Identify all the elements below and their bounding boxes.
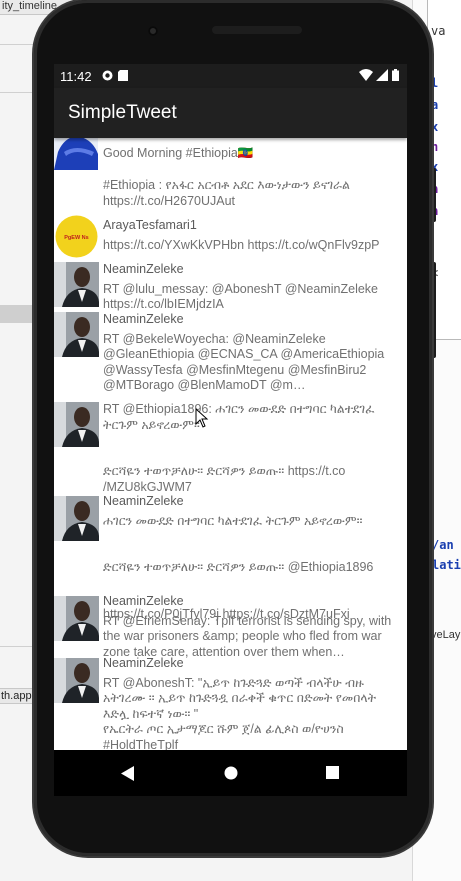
tweet-username[interactable]: NeaminZeleke	[103, 262, 403, 278]
play-protect-icon	[102, 70, 113, 81]
phone-screen: 11:42 SimpleTweet Good Morning #Ethiopia…	[54, 64, 407, 796]
tweet-item[interactable]: PgEW Ns ArayaTesfamari1 https://t.co/YXw…	[54, 214, 407, 260]
avatar[interactable]	[54, 312, 99, 357]
tweet-item[interactable]: RT @Ethiopia1896: ሐገርን መውደድ በተግባር ካልተደገፈ…	[54, 398, 407, 494]
code-snippet: va	[431, 24, 446, 38]
tweet-item[interactable]: NeaminZeleke RT @AboneshT: "ኢይጥ ከጉድጓድ ወጣ…	[54, 656, 407, 750]
status-icons	[358, 69, 399, 83]
tweet-body: Good Morning #Ethiopia🇪🇹	[103, 146, 403, 162]
avatar[interactable]	[54, 496, 99, 541]
tweet-timeline[interactable]: Good Morning #Ethiopia🇪🇹 #Ethiopia : የአፋ…	[54, 138, 407, 750]
speaker-grille	[212, 26, 302, 34]
tweet-body: ArayaTesfamari1 https://t.co/YXwKkVPHbn …	[103, 218, 403, 253]
tweet-body: NeaminZeleke RT @AboneshT: "ኢይጥ ከጉድጓድ ወጣ…	[103, 656, 403, 750]
tweet-item[interactable]: #Ethiopia : የአፋር አርብቶ አደር እውነታውን ይናገራል h…	[54, 178, 407, 214]
avatar[interactable]: PgEW Ns	[54, 214, 99, 259]
tweet-text: #Ethiopia : የአፋር አርብቶ አደር እውነታውን ይናገራል h…	[103, 178, 350, 208]
tweet-item[interactable]: NeaminZeleke ሐገርን መውደድ በተግባር ካልተደገፈ ትርጉም…	[54, 494, 407, 621]
code-snippet: a	[431, 98, 439, 112]
code-snippet: l	[431, 76, 439, 90]
recents-icon[interactable]	[326, 766, 339, 779]
tweet-item[interactable]: NeaminZeleke RT @BekeleWoyecha: @NeaminZ…	[54, 310, 407, 398]
tweet-username[interactable]: NeaminZeleke	[103, 312, 403, 328]
navigation-bar	[54, 750, 407, 796]
tweet-item[interactable]: NeaminZeleke RT @lulu_messay: @AboneshT …	[54, 260, 407, 313]
app-bar: SimpleTweet	[54, 88, 407, 138]
tweet-text: RT @lulu_messay: @AboneshT @NeaminZeleke…	[103, 281, 378, 312]
cell-signal-icon	[376, 69, 389, 81]
avatar[interactable]	[54, 658, 99, 703]
code-snippet: n	[431, 140, 439, 154]
battery-icon	[392, 69, 399, 81]
svg-text:PgEW Ns: PgEW Ns	[64, 235, 88, 241]
code-snippet: veLay	[431, 629, 461, 641]
tweet-text: Good Morning #Ethiopia🇪🇹	[103, 146, 254, 160]
code-snippet: x	[431, 120, 439, 134]
tweet-text: RT @AboneshT: "ኢይጥ ከጉድጓድ ወጣች ብላችሁ ብዙ አትገ…	[103, 675, 377, 751]
tweet-item[interactable]: NeaminZeleke RT @EfriemSenay: Tplf terro…	[54, 594, 407, 659]
tweet-text: RT @BekeleWoyecha: @NeaminZeleke @GleanE…	[103, 331, 385, 393]
avatar[interactable]	[54, 138, 98, 170]
avatar[interactable]	[54, 596, 99, 641]
tweet-body: NeaminZeleke RT @EfriemSenay: Tplf terro…	[103, 594, 403, 660]
code-snippet: lati	[432, 558, 461, 572]
back-icon[interactable]	[121, 766, 135, 781]
tweet-body: NeaminZeleke RT @lulu_messay: @AboneshT …	[103, 262, 403, 313]
sd-card-icon	[118, 70, 128, 81]
app-title: SimpleTweet	[68, 102, 177, 123]
tweet-body: RT @Ethiopia1896: ሐገርን መውደድ በተግባር ካልተደገፈ…	[103, 394, 403, 495]
avatar[interactable]	[54, 402, 99, 447]
tweet-username[interactable]: NeaminZeleke	[103, 656, 403, 672]
tweet-text: https://t.co/YXwKkVPHbn https://t.co/wQn…	[103, 237, 380, 252]
tweet-body: #Ethiopia : የአፋር አርብቶ አደር እውነታውን ይናገራል h…	[103, 178, 403, 209]
tweet-username[interactable]: ArayaTesfamari1	[103, 218, 403, 234]
code-snippet: /an	[432, 538, 454, 552]
tweet-text: RT @EfriemSenay: Tplf terrorist is sendi…	[103, 613, 392, 659]
status-time: 11:42	[60, 69, 92, 84]
wifi-icon	[358, 69, 373, 81]
home-icon[interactable]	[224, 766, 238, 780]
tweet-username[interactable]: NeaminZeleke	[103, 494, 403, 510]
status-bar: 11:42	[54, 64, 407, 88]
tweet-text: RT @Ethiopia1896: ሐገርን መውደድ በተግባር ካልተደገፈ…	[103, 402, 375, 494]
tweet-item[interactable]: Good Morning #Ethiopia🇪🇹	[54, 138, 407, 172]
avatar[interactable]	[54, 262, 99, 307]
mouse-cursor-icon	[195, 408, 209, 428]
camera-icon	[148, 26, 158, 36]
tweet-body: NeaminZeleke RT @BekeleWoyecha: @NeaminZ…	[103, 312, 403, 394]
tweet-username[interactable]: NeaminZeleke	[103, 594, 403, 610]
